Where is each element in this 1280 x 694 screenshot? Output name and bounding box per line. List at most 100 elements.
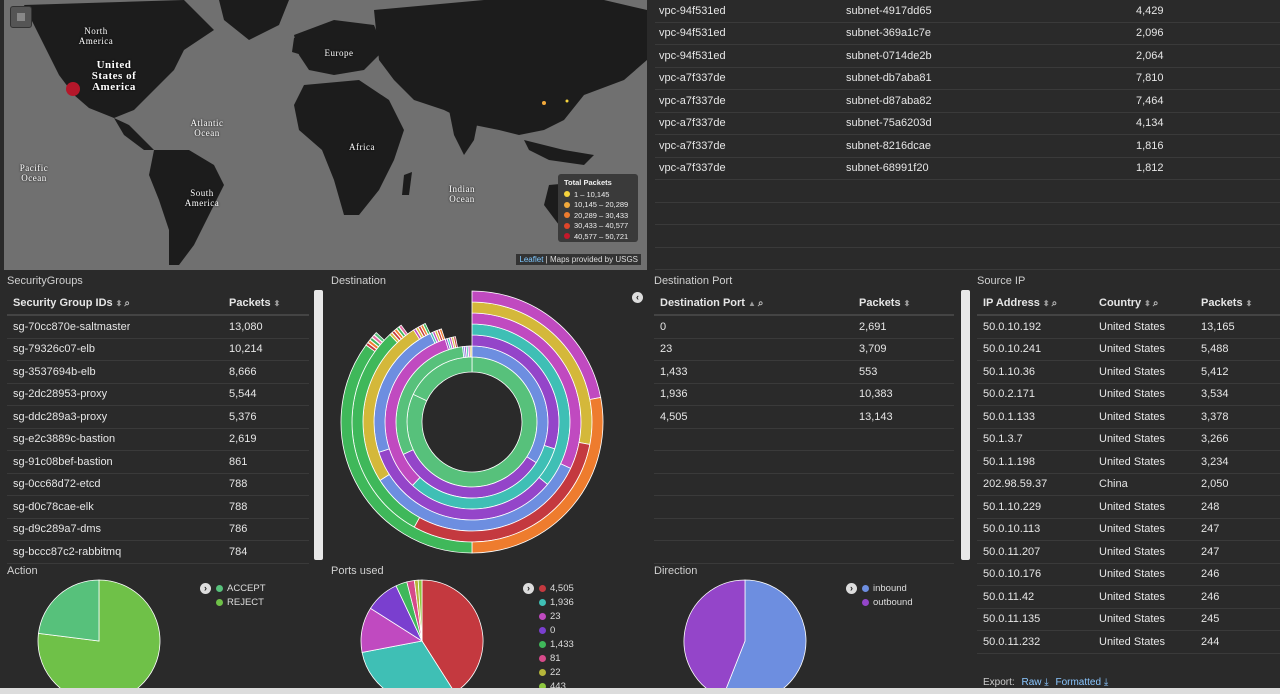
direction-legend-toggle-icon[interactable]: ›: [846, 583, 857, 594]
sunburst-segment[interactable]: [469, 345, 473, 358]
direction-pie-chart[interactable]: [676, 575, 816, 688]
dp-table-row[interactable]: 0 2,691: [654, 316, 954, 339]
vpc-table-cell: vpc-a7f337de: [659, 117, 726, 130]
sg-table-row[interactable]: sg-ddc289a3-proxy 5,376: [7, 406, 309, 429]
ip-table-row[interactable]: 50.0.11.135 United States 245: [977, 609, 1280, 631]
sort-icon[interactable]: ▲: [748, 299, 756, 308]
vpc-table-row[interactable]: vpc-a7f337de subnet-db7aba81 7,810: [655, 68, 1280, 90]
ip-table-row[interactable]: 50.0.11.42 United States 246: [977, 586, 1280, 609]
security-groups-title: SecurityGroups: [7, 275, 83, 287]
vpc-table-row[interactable]: vpc-94f531ed subnet-0714de2b 2,064: [655, 45, 1280, 68]
legend-item[interactable]: 22: [539, 665, 574, 679]
sort-icon[interactable]: ⬍: [1246, 299, 1253, 308]
vpc-table-row[interactable]: vpc-94f531ed subnet-369a1c7e 2,096: [655, 23, 1280, 45]
action-pie-chart[interactable]: [30, 575, 170, 688]
sg-table-row[interactable]: sg-79326c07-elb 10,214: [7, 339, 309, 361]
destination-sunburst[interactable]: [340, 290, 615, 555]
ip-table-header-2[interactable]: Packets ⬍: [1201, 297, 1252, 309]
ip-table-row[interactable]: 50.0.10.113 United States 247: [977, 519, 1280, 541]
legend-item[interactable]: 0: [539, 623, 574, 637]
dp-table-header-0[interactable]: Destination Port ▲ ⌕: [660, 297, 763, 309]
ip-table-header-1[interactable]: Country ⬍ ⌕: [1099, 297, 1158, 309]
search-icon[interactable]: ⌕: [758, 298, 764, 309]
search-icon[interactable]: ⌕: [124, 298, 130, 309]
sg-table-cell: 10,214: [229, 343, 263, 356]
sg-table-row[interactable]: sg-2dc28953-proxy 5,544: [7, 384, 309, 406]
sg-table-cell: 788: [229, 500, 248, 513]
legend-item[interactable]: 1,433: [539, 637, 574, 651]
ports-legend-toggle-icon[interactable]: ›: [523, 583, 534, 594]
ip-table-cell: 202.98.59.37: [983, 478, 1048, 491]
sg-table-cell: sg-d0c78cae-elk: [13, 500, 94, 513]
leaflet-link[interactable]: Leaflet: [519, 255, 543, 264]
sg-table-row[interactable]: sg-bccc87c2-rabbitmq 784: [7, 541, 309, 564]
sg-table-row[interactable]: sg-70cc870e-saltmaster 13,080: [7, 316, 309, 339]
sort-icon[interactable]: ⬍: [274, 299, 281, 308]
legend-item[interactable]: 1,936: [539, 595, 574, 609]
dp-table-header-1[interactable]: Packets ⬍: [859, 297, 910, 309]
ip-table-header-0[interactable]: IP Address ⬍ ⌕: [983, 297, 1057, 309]
pie-slice-REJECT[interactable]: [38, 579, 100, 642]
ip-table-row[interactable]: 50.1.3.7 United States 3,266: [977, 429, 1280, 451]
action-legend-toggle-icon[interactable]: ›: [200, 583, 211, 594]
sg-table-row[interactable]: sg-3537694b-elb 8,666: [7, 361, 309, 384]
vpc-table-cell: 4,429: [1136, 4, 1164, 17]
ip-table-row[interactable]: 50.0.11.207 United States 247: [977, 541, 1280, 564]
dp-table-row[interactable]: 23 3,709: [654, 339, 954, 361]
legend-dot-icon: [564, 233, 570, 240]
vpc-table-row[interactable]: vpc-a7f337de subnet-75a6203d 4,134: [655, 113, 1280, 135]
vpc-table-cell: 7,464: [1136, 94, 1164, 107]
vpc-table-cell: vpc-a7f337de: [659, 139, 726, 152]
legend-item[interactable]: REJECT: [216, 595, 266, 609]
map-label-africa: Africa: [349, 142, 375, 152]
ip-table-row[interactable]: 50.1.1.198 United States 3,234: [977, 451, 1280, 474]
dp-table-row[interactable]: 1,936 10,383: [654, 384, 954, 406]
destination-port-scrollbar[interactable]: [961, 290, 970, 560]
destination-collapse-icon[interactable]: ‹: [632, 292, 643, 303]
export-raw-link[interactable]: Raw ⤓: [1021, 677, 1048, 688]
sort-icon[interactable]: ⬍: [116, 299, 123, 308]
vpc-table-row[interactable]: vpc-94f531ed subnet-4917dd65 4,429: [655, 0, 1280, 23]
vpc-table-row[interactable]: vpc-a7f337de subnet-d87aba82 7,464: [655, 90, 1280, 113]
sg-table-row[interactable]: sg-d9c289a7-dms 786: [7, 519, 309, 541]
search-icon[interactable]: ⌕: [1052, 298, 1058, 309]
ip-table-cell: United States: [1099, 388, 1166, 401]
legend-item[interactable]: 81: [539, 651, 574, 665]
ip-table-cell: 50.0.1.133: [983, 410, 1035, 423]
vpc-table-row[interactable]: vpc-a7f337de subnet-8216dcae 1,816: [655, 135, 1280, 158]
sg-table-cell: 788: [229, 478, 248, 491]
map-legend-label: 10,145 – 20,289: [574, 200, 629, 210]
legend-item[interactable]: inbound: [862, 581, 913, 595]
legend-item[interactable]: outbound: [862, 595, 913, 609]
ports-used-pie-chart[interactable]: [352, 575, 492, 688]
ip-table-row[interactable]: 50.0.10.241 United States 5,488: [977, 339, 1280, 361]
sort-icon[interactable]: ⬍: [1144, 299, 1151, 308]
sg-table-header-0[interactable]: Security Group IDs ⬍ ⌕: [13, 297, 130, 309]
security-groups-scrollbar[interactable]: [314, 290, 323, 560]
world-map[interactable]: North America United States of America A…: [4, 0, 647, 270]
sg-table-row[interactable]: sg-e2c3889c-bastion 2,619: [7, 429, 309, 451]
export-formatted-link[interactable]: Formatted ⤓: [1055, 677, 1108, 688]
sg-table-row[interactable]: sg-91c08bef-bastion 861: [7, 451, 309, 474]
ip-table-row[interactable]: 202.98.59.37 China 2,050: [977, 474, 1280, 496]
sg-table-row[interactable]: sg-0cc68d72-etcd 788: [7, 474, 309, 496]
ip-table-row[interactable]: 50.0.1.133 United States 3,378: [977, 406, 1280, 429]
legend-item[interactable]: ACCEPT: [216, 581, 266, 595]
vpc-table-row[interactable]: vpc-a7f337de subnet-68991f20 1,812: [655, 158, 1280, 180]
search-icon[interactable]: ⌕: [1153, 298, 1159, 309]
ip-table-row[interactable]: 50.0.11.232 United States 244: [977, 631, 1280, 654]
sg-table-header-1[interactable]: Packets ⬍: [229, 297, 280, 309]
ip-table-row[interactable]: 50.1.10.36 United States 5,412: [977, 361, 1280, 384]
legend-item[interactable]: 23: [539, 609, 574, 623]
sort-icon[interactable]: ⬍: [1043, 299, 1050, 308]
ip-table-row[interactable]: 50.0.2.171 United States 3,534: [977, 384, 1280, 406]
ip-table-row[interactable]: 50.0.10.192 United States 13,165: [977, 316, 1280, 339]
sg-table-row[interactable]: sg-d0c78cae-elk 788: [7, 496, 309, 519]
dp-table-row[interactable]: 1,433 553: [654, 361, 954, 384]
legend-item[interactable]: 4,505: [539, 581, 574, 595]
ip-table-row[interactable]: 50.1.10.229 United States 248: [977, 496, 1280, 519]
dp-table-row[interactable]: 4,505 13,143: [654, 406, 954, 429]
zoom-control[interactable]: [10, 6, 32, 28]
ip-table-row[interactable]: 50.0.10.176 United States 246: [977, 564, 1280, 586]
sort-icon[interactable]: ⬍: [904, 299, 911, 308]
